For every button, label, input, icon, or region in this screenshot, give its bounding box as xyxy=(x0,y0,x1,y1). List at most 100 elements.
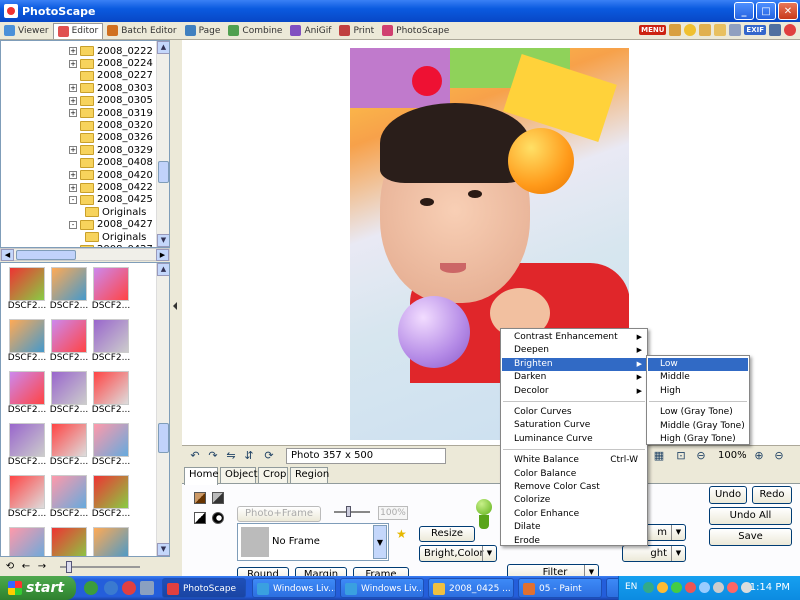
scroll-right-arrow-icon[interactable]: ▶ xyxy=(156,249,169,261)
transparency-grid-icon[interactable]: ▦ xyxy=(652,449,666,463)
chevron-down-icon[interactable]: ▼ xyxy=(671,525,685,540)
tree-item[interactable]: - 2008_0425 xyxy=(69,194,153,206)
menu-item[interactable]: Color Balance xyxy=(502,468,646,481)
redo-button[interactable]: Redo xyxy=(752,486,792,504)
thumbnail-item[interactable]: DSCF2... xyxy=(49,527,89,556)
tree-item[interactable]: 2008_0227 xyxy=(69,70,153,82)
thumbnail-item[interactable]: DSCF2... xyxy=(91,475,131,525)
undo-all-button[interactable]: Undo All xyxy=(709,507,792,525)
tree-expander-icon[interactable]: + xyxy=(69,59,77,68)
tab-editor[interactable]: Editor xyxy=(52,22,104,39)
thumbnail-item[interactable]: DSCF2... xyxy=(7,527,47,556)
menu-item[interactable]: Luminance Curve xyxy=(502,433,646,446)
menu-item[interactable]: Brighten ▶ xyxy=(502,357,646,371)
rotate-right-icon[interactable]: ↷ xyxy=(206,449,220,463)
folder-icon[interactable] xyxy=(714,24,727,36)
tray-icon[interactable] xyxy=(643,582,654,593)
language-indicator[interactable]: EN xyxy=(625,582,637,592)
collapse-arrow-icon[interactable] xyxy=(173,302,177,310)
tree-scroll-thumb[interactable] xyxy=(158,161,169,183)
menu-item[interactable]: Darken ▶ xyxy=(502,371,646,384)
menu-item[interactable]: White Balance Ctrl-W xyxy=(502,454,646,467)
tray-icon[interactable] xyxy=(685,582,696,593)
resize-button[interactable]: Resize xyxy=(419,526,475,542)
thumbnail-item[interactable]: DSCF2... xyxy=(7,423,47,473)
panel-tab-home[interactable]: Home xyxy=(184,467,219,485)
gray-swatch-icon[interactable] xyxy=(212,492,224,504)
photo-frame-button[interactable]: Photo+Frame xyxy=(237,506,321,522)
tab-combine[interactable]: Combine xyxy=(224,23,286,39)
chevron-down-icon[interactable]: ▼ xyxy=(482,546,496,561)
rotate-left-icon[interactable]: ↶ xyxy=(188,449,202,463)
taskbar-task[interactable]: 05 - Paint xyxy=(518,578,602,598)
tree-item[interactable]: +2008_0224 xyxy=(69,57,153,69)
tree-expander-icon[interactable]: + xyxy=(69,84,77,93)
menu-item[interactable]: Low xyxy=(648,358,748,371)
flip-horizontal-icon[interactable]: ⇋ xyxy=(224,449,238,463)
tree-item[interactable]: +2008_0420 xyxy=(69,169,153,181)
menu-item[interactable]: Dilate xyxy=(502,521,646,534)
thumbnail-item[interactable]: DSCF2... xyxy=(91,423,131,473)
slider-knob[interactable] xyxy=(346,506,351,517)
tree-expander-icon[interactable]: + xyxy=(69,171,77,180)
brighten-submenu[interactable]: Low Middle High Low (Gray Tone) Middle (Gray… xyxy=(646,355,750,445)
thumbnail-item[interactable]: DSCF2... xyxy=(91,319,131,369)
tray-icon[interactable] xyxy=(727,582,738,593)
actual-size-icon[interactable]: ⊡ xyxy=(674,449,688,463)
frame-select[interactable]: No Frame ▼ xyxy=(237,523,389,561)
tab-photoscape[interactable]: PhotoScape xyxy=(378,23,453,39)
thumbnail-item[interactable]: DSCF2... xyxy=(91,527,131,556)
tree-hscroll-thumb[interactable] xyxy=(16,250,76,260)
thumbnail-size-slider[interactable] xyxy=(60,560,140,573)
flip-vertical-icon[interactable]: ⇵ xyxy=(242,449,256,463)
tree-item[interactable]: +2008_0319 xyxy=(69,107,153,119)
tree-expander-icon[interactable]: + xyxy=(69,96,77,105)
tab-print[interactable]: Print xyxy=(335,23,378,39)
panel-splitter[interactable] xyxy=(171,262,181,557)
zoom-out-icon[interactable]: ⊖ xyxy=(772,449,786,463)
tab-viewer[interactable]: Viewer xyxy=(0,23,53,39)
menu-item[interactable]: Middle (Gray Tone) xyxy=(648,420,748,433)
thumbnail-grid[interactable]: DSCF2... DSCF2... DSCF2... DSCF2... DSCF2...… xyxy=(0,262,170,557)
zoom-fit-icon[interactable]: ⊖ xyxy=(694,449,708,463)
volume-icon[interactable] xyxy=(713,582,724,593)
chevron-down-icon[interactable]: ▼ xyxy=(373,525,387,559)
zoom-in-icon[interactable]: ⊕ xyxy=(752,449,766,463)
quicklaunch-ie-icon[interactable] xyxy=(104,581,118,595)
tray-icon[interactable] xyxy=(657,582,668,593)
tree-expander-icon[interactable]: + xyxy=(69,146,77,155)
menu-item[interactable]: Low (Gray Tone) xyxy=(648,406,748,419)
thumbnail-item[interactable]: DSCF2... xyxy=(7,267,47,317)
panel-tab-crop[interactable]: Crop xyxy=(258,467,288,483)
black-white-swatch-icon[interactable] xyxy=(194,512,206,524)
taskbar-task[interactable]: Windows Liv... xyxy=(340,578,424,598)
scroll-up-arrow-icon[interactable]: ▲ xyxy=(157,41,169,54)
frame-percent-field[interactable]: 100% xyxy=(378,506,408,520)
scroll-up-arrow-icon[interactable]: ▲ xyxy=(157,263,169,276)
tray-icon[interactable] xyxy=(671,582,682,593)
wrench-icon[interactable] xyxy=(769,24,781,36)
menu-item[interactable]: Deepen ▶ xyxy=(502,344,646,357)
menu-button[interactable]: MENU xyxy=(639,25,667,35)
menu-item[interactable]: High (Gray Tone) xyxy=(648,433,748,446)
calendar-icon[interactable] xyxy=(669,24,682,36)
tree-item[interactable]: +2008_0329 xyxy=(69,144,153,156)
thumbnail-item[interactable]: DSCF2... xyxy=(49,423,89,473)
tree-expander-icon[interactable]: - xyxy=(69,220,77,229)
tree-item[interactable]: 2008_0326 xyxy=(69,132,153,144)
tree-item[interactable]: - 2008_0427 xyxy=(69,219,153,231)
slider-knob[interactable] xyxy=(66,560,72,573)
help-icon[interactable] xyxy=(784,24,796,36)
tree-expander-icon[interactable]: - xyxy=(69,195,77,204)
thumbnail-item[interactable]: DSCF2... xyxy=(49,371,89,421)
save-button[interactable]: Save xyxy=(709,528,792,546)
panel-tab-object[interactable]: Object xyxy=(220,467,258,483)
scroll-down-arrow-icon[interactable]: ▼ xyxy=(157,234,169,247)
folder-tree[interactable]: 2008_0427_1Originals-2008_0427Originals-… xyxy=(0,40,170,248)
tree-vertical-scrollbar[interactable]: ▲ ▼ xyxy=(156,41,169,247)
brown-swatch-icon[interactable] xyxy=(194,492,206,504)
tree-item[interactable]: +2008_0222 xyxy=(69,45,153,57)
menu-item[interactable]: Decolor ▶ xyxy=(502,385,646,398)
quicklaunch-opera-icon[interactable] xyxy=(122,581,136,595)
panel-tab-region[interactable]: Region xyxy=(290,467,329,483)
